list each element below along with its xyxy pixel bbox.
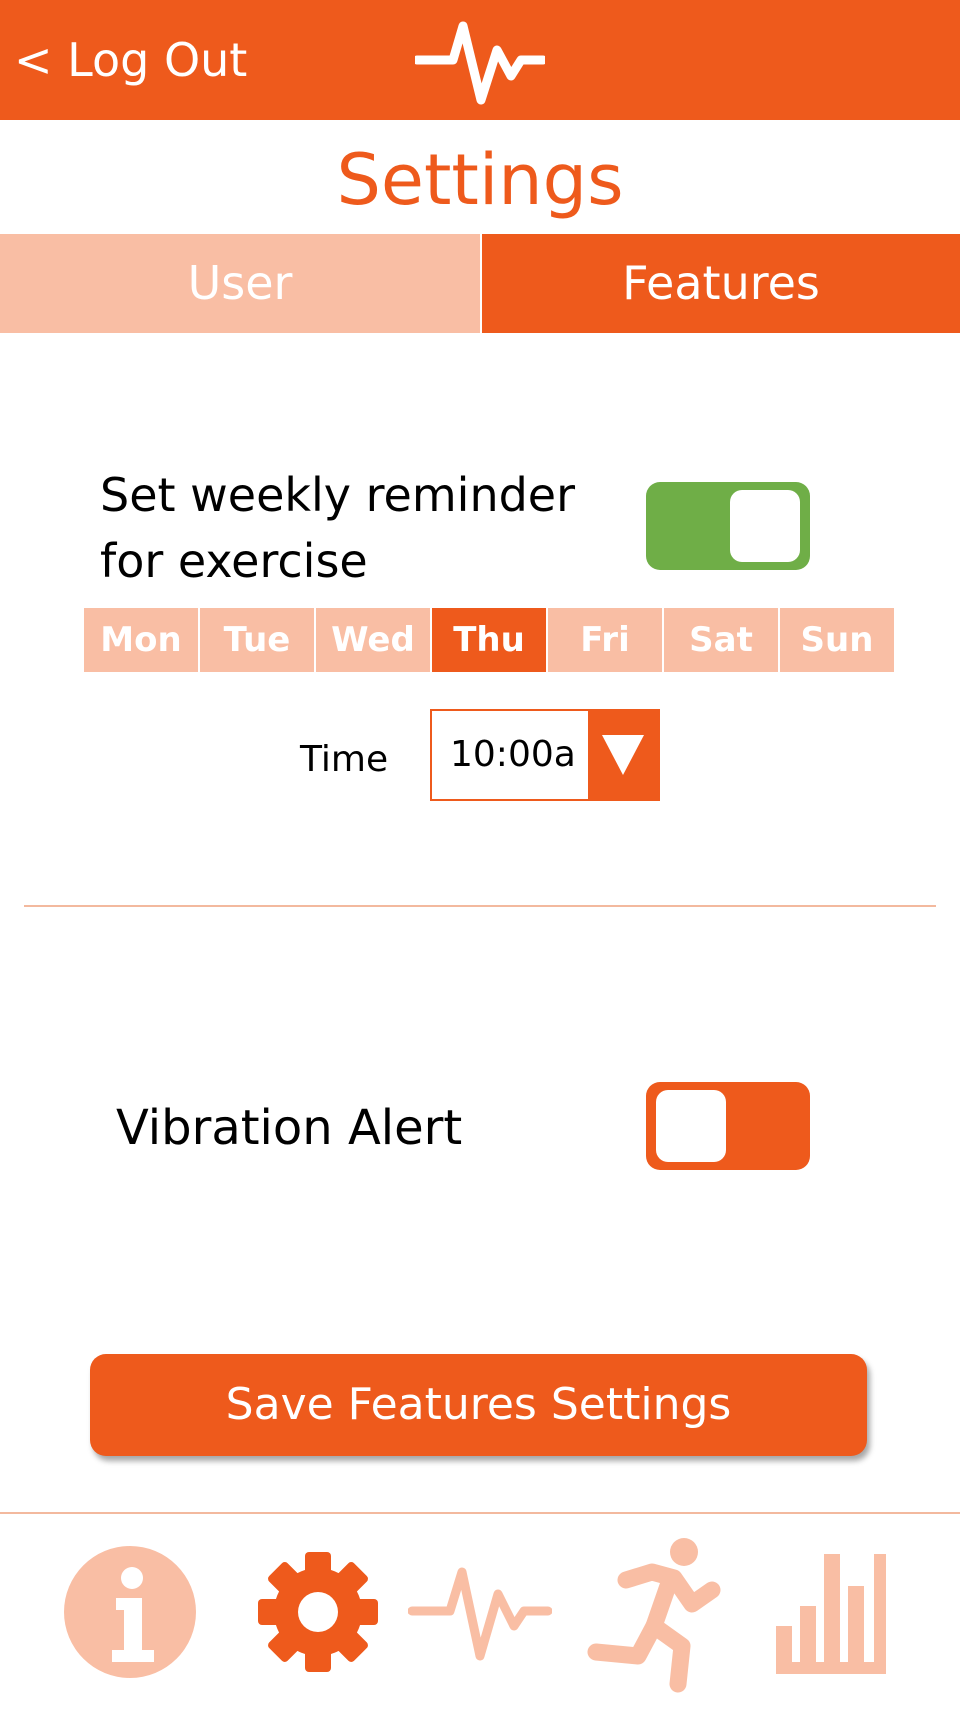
vibration-alert-label: Vibration Alert <box>116 1100 463 1156</box>
bottom-nav <box>0 1514 960 1709</box>
weekly-reminder-toggle[interactable] <box>646 482 810 570</box>
day-wed[interactable]: Wed <box>316 608 430 672</box>
nav-activity[interactable] <box>407 1556 553 1666</box>
nav-exercise[interactable] <box>586 1534 726 1694</box>
nav-settings[interactable] <box>256 1550 380 1674</box>
time-dropdown[interactable]: 10:00a <box>430 709 660 801</box>
running-person-icon <box>587 1538 721 1693</box>
time-value: 10:00a <box>450 734 576 775</box>
weekly-reminder-label: Set weekly reminder for exercise <box>100 468 576 588</box>
day-sun[interactable]: Sun <box>780 608 894 672</box>
section-divider <box>24 905 936 907</box>
dropdown-arrow[interactable] <box>588 711 658 799</box>
day-fri[interactable]: Fri <box>548 608 662 672</box>
nav-stats[interactable] <box>774 1550 898 1674</box>
bar-chart-icon <box>776 1554 886 1674</box>
day-tue[interactable]: Tue <box>200 608 314 672</box>
nav-info[interactable] <box>62 1544 198 1680</box>
day-thu[interactable]: Thu <box>432 608 546 672</box>
gear-icon <box>258 1552 378 1672</box>
triangle-down-icon <box>602 735 644 775</box>
day-selector: Mon Tue Wed Thu Fri Sat Sun <box>84 608 896 672</box>
settings-tabs: User Features <box>0 234 960 333</box>
tab-features[interactable]: Features <box>482 234 960 333</box>
logout-button[interactable]: < Log Out <box>14 24 247 96</box>
day-sat[interactable]: Sat <box>664 608 778 672</box>
toggle-knob <box>656 1090 726 1162</box>
info-icon <box>64 1546 196 1678</box>
heartbeat-icon <box>415 21 545 105</box>
page-title: Settings <box>336 139 624 221</box>
day-mon[interactable]: Mon <box>84 608 198 672</box>
time-label: Time <box>300 739 389 780</box>
tab-user[interactable]: User <box>0 234 480 333</box>
settings-screen: < Log Out Settings User Features Set wee… <box>0 0 960 1709</box>
vibration-alert-toggle[interactable] <box>646 1082 810 1170</box>
header-bar: < Log Out <box>0 0 960 120</box>
save-features-button[interactable]: Save Features Settings <box>90 1354 867 1456</box>
toggle-knob <box>730 490 800 562</box>
heartbeat-icon <box>407 1567 553 1661</box>
